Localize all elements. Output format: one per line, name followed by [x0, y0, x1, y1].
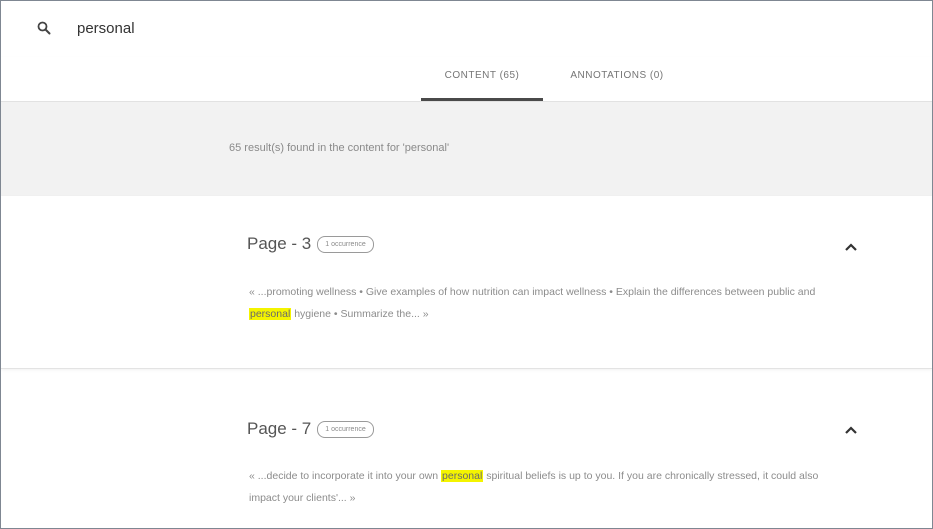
search-input[interactable] — [77, 17, 577, 39]
page-label: Page - 3 — [247, 234, 312, 253]
result-card: Page - 3 1 occurrence « ...promoting well… — [1, 196, 932, 369]
result-page-title[interactable]: Page - 7 1 occurrence — [247, 419, 374, 439]
results-summary-band: 65 result(s) found in the content for 'p… — [1, 102, 932, 196]
tab-content[interactable]: CONTENT (65) — [421, 57, 543, 101]
go-to-page-link[interactable]: » — [423, 308, 429, 320]
snippet-text-after: hygiene • Summarize the... — [291, 308, 423, 320]
search-highlight: personal — [441, 470, 484, 482]
tab-bar: CONTENT (65) ANNOTATIONS (0) — [1, 57, 932, 102]
search-bar — [1, 1, 932, 58]
search-results-panel: CONTENT (65) ANNOTATIONS (0) 65 result(s… — [0, 0, 933, 529]
chevron-up-icon[interactable] — [844, 425, 858, 435]
results-summary: 65 result(s) found in the content for 'p… — [229, 142, 450, 154]
snippet-text-before: « ...promoting wellness • Give examples … — [249, 286, 816, 298]
occurrence-badge: 1 occurrence — [317, 236, 374, 253]
chevron-up-icon[interactable] — [844, 242, 858, 252]
result-page-title[interactable]: Page - 3 1 occurrence — [247, 234, 374, 254]
search-icon[interactable] — [37, 21, 51, 35]
snippet-text-before: « ...decide to incorporate it into your … — [249, 470, 442, 482]
tab-annotations[interactable]: ANNOTATIONS (0) — [557, 57, 677, 101]
go-to-page-link[interactable]: » — [350, 492, 356, 504]
result-snippet: « ...promoting wellness • Give examples … — [249, 281, 839, 325]
search-highlight: personal — [249, 308, 292, 320]
result-snippet: « ...decide to incorporate it into your … — [249, 465, 839, 509]
page-label: Page - 7 — [247, 419, 312, 438]
occurrence-badge: 1 occurrence — [317, 421, 374, 438]
result-card: Page - 7 1 occurrence « ...decide to inco… — [1, 373, 932, 528]
